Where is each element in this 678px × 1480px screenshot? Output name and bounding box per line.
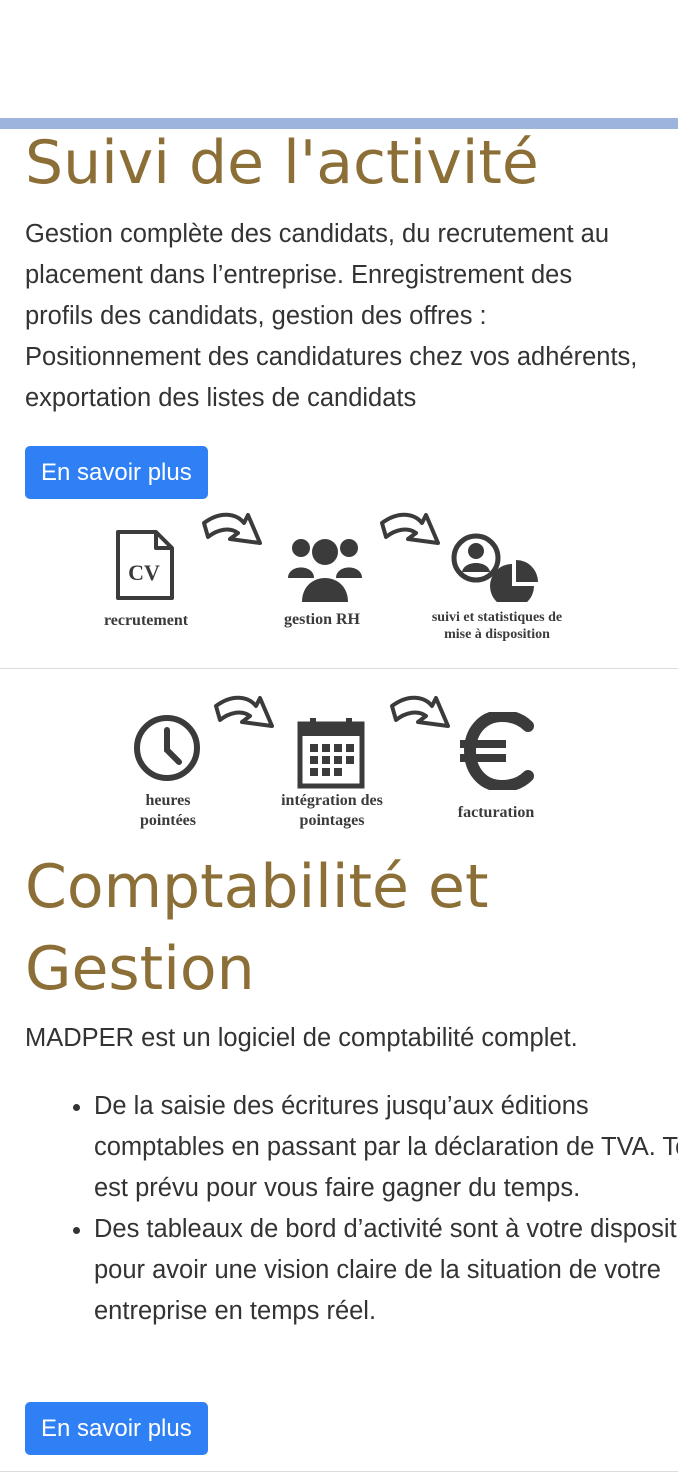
step-label-line: heures <box>145 792 191 809</box>
section-title-line: Gestion <box>25 934 255 1004</box>
curved-arrow-icon <box>214 695 274 728</box>
section-divider <box>0 1471 678 1472</box>
step-label-suivi-statistiques: suivi et statistiques de mise à disposit… <box>412 609 582 643</box>
step-label-line: mise à disposition <box>444 627 550 642</box>
feature-list-item: Des tableaux de bord d’activité sont à v… <box>94 1209 678 1332</box>
cv-document-icon: CV <box>116 530 174 600</box>
section-title-line: Comptabilité et <box>25 852 489 922</box>
section-divider <box>0 668 678 669</box>
step-label-heures-pointees: heures pointées <box>108 791 228 831</box>
step-label-integration-pointages: intégration des pointages <box>262 791 402 831</box>
step-label-line: pointages <box>299 812 365 829</box>
cv-icon-text: CV <box>128 560 160 585</box>
section-description-suivi: Gestion complète des candidats, du recru… <box>25 220 638 412</box>
step-label-facturation: facturation <box>457 804 535 821</box>
learn-more-button-suivi[interactable]: En savoir plus <box>25 446 208 499</box>
calendar-icon <box>297 718 365 789</box>
step-label-line: intégration des <box>281 792 383 809</box>
step-label-line: suivi et statistiques de <box>431 610 563 625</box>
curved-arrow-icon <box>202 512 262 545</box>
people-group-icon <box>288 539 362 602</box>
section-title-suivi: Suivi de l'activité <box>25 128 539 198</box>
clock-icon <box>134 715 200 781</box>
feature-list: De la saisie des écritures jusqu’aux édi… <box>25 1086 678 1332</box>
step-label-gestion-rh: gestion RH <box>284 611 360 628</box>
user-stats-icon <box>451 533 538 602</box>
step-label-recrutement: recrutement <box>103 612 189 629</box>
learn-more-button-comptabilite[interactable]: En savoir plus <box>25 1402 208 1455</box>
section-title-comptabilite: Comptabilité et Gestion <box>25 846 488 1010</box>
curved-arrow-icon <box>380 512 440 545</box>
section-intro-comptabilite: MADPER est un logiciel de comptabilité c… <box>25 1024 578 1052</box>
euro-icon <box>460 712 534 790</box>
feature-list-item: De la saisie des écritures jusqu’aux édi… <box>94 1086 678 1209</box>
step-label-line: pointées <box>140 812 196 829</box>
curved-arrow-icon <box>390 695 450 728</box>
